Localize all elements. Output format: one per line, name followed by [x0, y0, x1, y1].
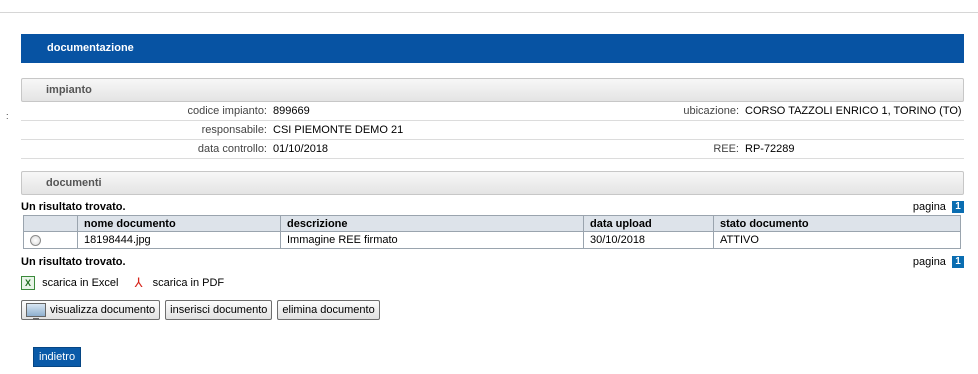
pager-top: pagina 1: [913, 199, 964, 215]
cell-data-upload: 30/10/2018: [583, 231, 714, 249]
section-documenti-header: documenti: [21, 171, 964, 195]
column-header-data-upload[interactable]: data upload: [583, 215, 714, 232]
cell-nome-documento: 18198444.jpg: [77, 231, 281, 249]
codice-impianto-label: codice impianto:: [187, 105, 268, 117]
cell-descrizione: Immagine REE firmato: [280, 231, 584, 249]
pager-label: pagina: [912, 201, 946, 213]
info-row-data: data controllo: 01/10/2018 REE: RP-72289: [21, 140, 964, 159]
main-panel: documentazione impianto codice impianto:…: [21, 34, 964, 322]
page-title: documentazione: [21, 34, 964, 63]
top-divider: [0, 12, 978, 13]
data-controllo-label: data controllo:: [197, 143, 267, 155]
data-controllo-value: 01/10/2018: [273, 143, 329, 155]
row-select-radio[interactable]: [30, 234, 41, 246]
ree-value: RP-72289: [745, 143, 795, 155]
export-excel-link[interactable]: scarica in Excel: [42, 277, 118, 289]
responsabile-label: responsabile:: [201, 124, 267, 136]
view-document-button[interactable]: visualizza documento: [21, 300, 161, 321]
action-buttons: visualizza documento inserisci documento e…: [21, 300, 964, 322]
view-document-label: visualizza documento: [50, 304, 156, 316]
ubicazione-label: ubicazione:: [683, 105, 739, 117]
column-header-stato[interactable]: stato documento: [713, 215, 961, 232]
result-summary-bottom: Un risultato trovato. pagina 1: [21, 254, 964, 270]
documents-table: nome documento descrizione data upload s…: [23, 215, 961, 249]
excel-icon[interactable]: X: [21, 276, 35, 291]
info-row-codice: codice impianto: 899669 ubicazione: CORS…: [21, 102, 964, 121]
column-header-nome[interactable]: nome documento: [77, 215, 281, 232]
monitor-icon: [26, 303, 46, 321]
insert-document-button[interactable]: inserisci documento: [165, 300, 273, 320]
page-number-button[interactable]: 1: [952, 201, 964, 214]
info-row-responsabile: responsabile: CSI PIEMONTE DEMO 21: [21, 121, 964, 140]
result-count-text: Un risultato trovato.: [21, 201, 126, 213]
row-select-cell: [23, 231, 78, 249]
result-summary-top: Un risultato trovato. pagina 1: [21, 199, 964, 215]
table-header-row: nome documento descrizione data upload s…: [23, 215, 961, 232]
cell-stato-documento: ATTIVO: [713, 231, 961, 249]
select-column-header: [23, 215, 78, 232]
ubicazione-value: CORSO TAZZOLI ENRICO 1, TORINO (TO): [745, 105, 962, 117]
side-marker: :: [6, 111, 9, 121]
table-row[interactable]: 18198444.jpg Immagine REE firmato 30/10/…: [23, 231, 961, 249]
column-header-descrizione[interactable]: descrizione: [280, 215, 584, 232]
pdf-icon[interactable]: ⅄: [132, 276, 146, 290]
pager-bottom: pagina 1: [913, 254, 964, 270]
export-pdf-link[interactable]: scarica in PDF: [153, 277, 225, 289]
delete-document-button[interactable]: elimina documento: [277, 300, 380, 320]
codice-impianto-value: 899669: [273, 105, 310, 117]
pager-label-bottom: pagina: [912, 256, 946, 268]
result-count-text-bottom: Un risultato trovato.: [21, 256, 126, 268]
export-links: X scarica in Excel ⅄ scarica in PDF: [21, 274, 964, 292]
responsabile-value: CSI PIEMONTE DEMO 21: [273, 124, 404, 136]
section-impianto-header: impianto: [21, 78, 964, 102]
ree-label: REE:: [713, 143, 739, 155]
back-button[interactable]: indietro: [33, 347, 82, 367]
page-number-button-bottom[interactable]: 1: [952, 256, 964, 269]
